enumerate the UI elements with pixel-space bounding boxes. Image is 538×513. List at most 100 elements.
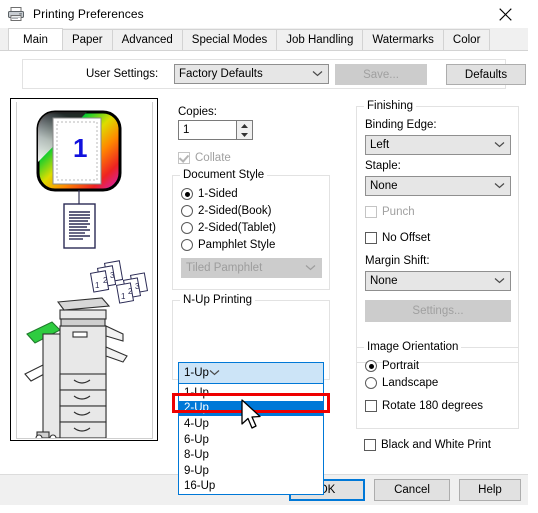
staple-value: None	[370, 180, 398, 192]
radio-label: 2-Sided(Book)	[198, 205, 272, 217]
radio-label: Landscape	[382, 377, 439, 389]
defaults-label: Defaults	[464, 68, 508, 81]
printing-preferences-window: Printing Preferences Main Paper Advanced…	[0, 0, 528, 505]
chevron-down-icon	[312, 68, 323, 80]
option-label: 16-Up	[184, 480, 216, 493]
tab-panel-main: User Settings: Factory Defaults Save... …	[0, 50, 528, 496]
pamphlet-type-value: Tiled Pamphlet	[186, 262, 263, 274]
help-button[interactable]: Help	[459, 479, 521, 501]
n-up-option-9up[interactable]: 9-Up	[179, 463, 323, 479]
black-and-white-checkbox[interactable]: Black and White Print	[364, 439, 491, 451]
copies-spin-buttons[interactable]	[236, 120, 253, 140]
margin-shift-label: Margin Shift:	[365, 255, 430, 267]
cancel-button[interactable]: Cancel	[374, 479, 450, 501]
svg-text:1: 1	[73, 133, 87, 163]
checkbox-icon	[178, 152, 190, 164]
print-preview-panel: 1 1 2 3 1 2 3	[10, 98, 158, 441]
tab-label: Special Modes	[191, 34, 268, 46]
black-and-white-label: Black and White Print	[381, 439, 491, 451]
radio-icon	[181, 239, 193, 251]
radio-label: Portrait	[382, 360, 420, 372]
radio-portrait[interactable]: Portrait	[365, 360, 419, 372]
svg-text:2: 2	[128, 287, 133, 296]
title-bar: Printing Preferences	[0, 0, 528, 28]
no-offset-checkbox[interactable]: No Offset	[365, 232, 430, 244]
user-settings-combo[interactable]: Factory Defaults	[174, 64, 329, 84]
radio-label: 2-Sided(Tablet)	[198, 222, 276, 234]
settings-label: Settings...	[412, 305, 464, 317]
radio-icon	[365, 377, 377, 389]
checkbox-icon	[365, 400, 377, 412]
image-orientation-legend: Image Orientation	[364, 341, 462, 353]
spin-up-icon[interactable]	[237, 121, 252, 130]
radio-landscape[interactable]: Landscape	[365, 377, 438, 389]
chevron-down-icon	[209, 367, 220, 379]
copies-input[interactable]: 1	[178, 120, 236, 140]
n-up-option-4up[interactable]: 4-Up	[179, 416, 323, 432]
tab-color[interactable]: Color	[442, 29, 491, 50]
document-style-group: Document Style 1-Sided 2-Sided(Book) 2-S…	[172, 169, 330, 290]
tab-paper[interactable]: Paper	[61, 29, 113, 50]
n-up-printing-combo[interactable]: 1-Up	[178, 362, 324, 384]
n-up-legend: N-Up Printing	[180, 294, 256, 306]
pamphlet-type-combo: Tiled Pamphlet	[181, 258, 322, 278]
radio-icon	[181, 205, 193, 217]
radio-2-sided-tablet[interactable]: 2-Sided(Tablet)	[181, 222, 276, 234]
chevron-down-icon	[494, 180, 505, 192]
radio-icon	[181, 222, 193, 234]
radio-label: Pamphlet Style	[198, 239, 276, 251]
margin-shift-combo[interactable]: None	[365, 271, 511, 291]
n-up-option-6up[interactable]: 6-Up	[179, 432, 323, 448]
radio-1-sided[interactable]: 1-Sided	[181, 188, 238, 200]
punch-label: Punch	[382, 206, 415, 218]
user-settings-label: User Settings:	[86, 68, 159, 80]
copies-label: Copies:	[178, 106, 217, 118]
image-orientation-group: Image Orientation Portrait Landscape Rot…	[356, 341, 519, 429]
rotate-180-label: Rotate 180 degrees	[382, 400, 484, 412]
tab-label: Advanced	[121, 34, 173, 46]
n-up-option-8up[interactable]: 8-Up	[179, 447, 323, 463]
tab-label: Color	[452, 34, 481, 46]
punch-checkbox: Punch	[365, 206, 415, 218]
user-settings-panel: User Settings: Factory Defaults Save... …	[22, 59, 526, 89]
tab-special-modes[interactable]: Special Modes	[181, 29, 278, 50]
tab-advanced[interactable]: Advanced	[111, 29, 183, 50]
tab-job-handling[interactable]: Job Handling	[276, 29, 364, 50]
staple-label: Staple:	[365, 160, 401, 172]
printer-icon	[7, 5, 25, 23]
radio-icon	[181, 188, 193, 200]
n-up-option-16up[interactable]: 16-Up	[179, 479, 323, 495]
binding-edge-combo[interactable]: Left	[365, 135, 511, 155]
tab-main[interactable]: Main	[8, 28, 63, 50]
checkbox-icon	[365, 206, 377, 218]
cancel-label: Cancel	[394, 484, 430, 496]
option-label: 9-Up	[184, 464, 209, 477]
tab-label: Main	[23, 33, 48, 46]
collate-label: Collate	[195, 152, 231, 164]
binding-edge-label: Binding Edge:	[365, 119, 437, 131]
chevron-down-icon	[494, 275, 505, 287]
tab-watermarks[interactable]: Watermarks	[362, 29, 444, 50]
binding-edge-value: Left	[370, 139, 390, 151]
document-style-legend: Document Style	[180, 169, 268, 181]
svg-text:2: 2	[103, 276, 108, 285]
radio-icon	[365, 360, 377, 372]
defaults-button[interactable]: Defaults	[446, 64, 526, 85]
user-settings-value: Factory Defaults	[179, 68, 263, 80]
tab-label: Paper	[71, 34, 103, 46]
staple-combo[interactable]: None	[365, 176, 511, 196]
rotate-180-checkbox[interactable]: Rotate 180 degrees	[365, 400, 483, 412]
svg-text:3: 3	[110, 271, 115, 280]
spin-down-icon[interactable]	[237, 130, 252, 139]
radio-pamphlet-style[interactable]: Pamphlet Style	[181, 239, 275, 251]
save-button: Save...	[335, 64, 427, 85]
copies-stepper[interactable]: 1	[178, 120, 253, 140]
preview-illustration: 1 1 2 3 1 2 3	[24, 110, 149, 440]
radio-2-sided-book[interactable]: 2-Sided(Book)	[181, 205, 272, 217]
n-up-selected-value: 1-Up	[184, 367, 209, 379]
option-label: 6-Up	[184, 433, 209, 446]
checkbox-icon	[365, 232, 377, 244]
close-icon[interactable]	[482, 0, 528, 28]
tab-strip: Main Paper Advanced Special Modes Job Ha…	[0, 28, 528, 50]
highlight-annotation-rectangle	[172, 393, 330, 413]
